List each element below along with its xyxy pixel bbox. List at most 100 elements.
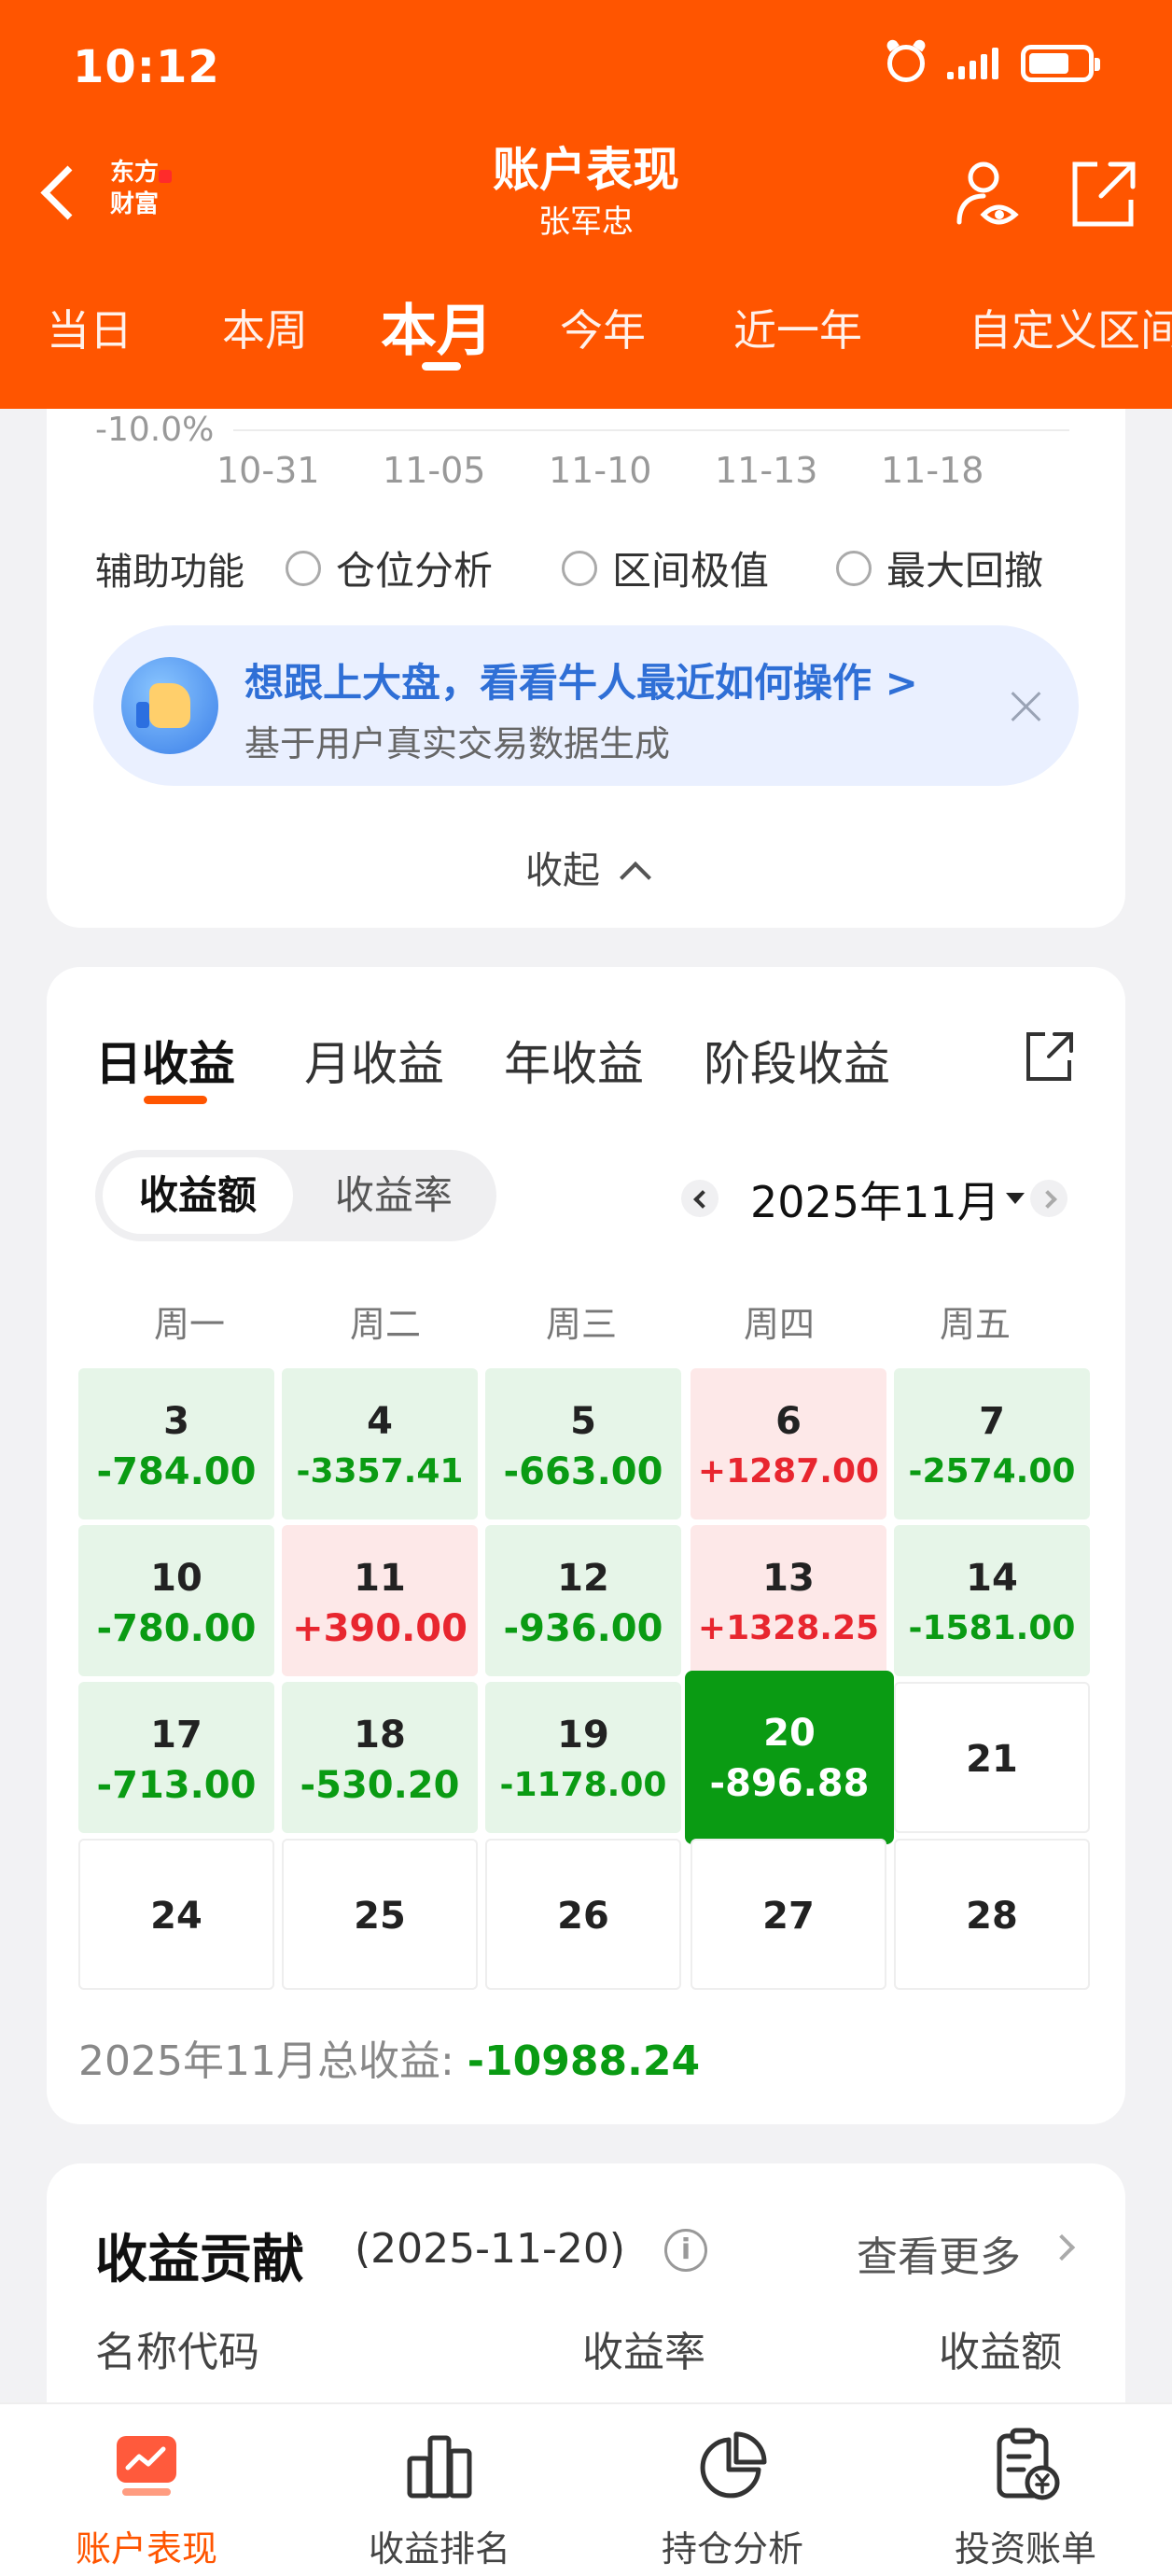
day-value: -896.88 [709,1762,870,1805]
view-more-link[interactable]: 查看更多 [857,2223,1021,2283]
day-number: 12 [557,1557,609,1600]
export-icon[interactable] [1021,1029,1077,1085]
tab-period-earnings[interactable]: 阶段收益 [704,1027,890,1094]
day-number: 21 [966,1738,1018,1781]
contribution-date: (2025-11-20) [355,2225,626,2273]
day-number: 18 [354,1714,406,1757]
promo-title[interactable]: 想跟上大盘，看看牛人最近如何操作 > [244,651,918,708]
helper-option-range-extreme[interactable]: 区间极值 [562,539,769,596]
info-icon[interactable]: i [664,2229,707,2272]
calendar-day[interactable]: 5 -663.00 [485,1368,681,1519]
radio-icon[interactable] [562,550,597,586]
tab-monthly-earnings[interactable]: 月收益 [304,1027,444,1094]
nav-label: 账户表现 [75,2528,217,2569]
tab-this-year[interactable]: 今年 [560,297,646,358]
close-icon[interactable] [1010,691,1041,722]
signal-icon [947,48,998,79]
weekday-header: 周四 [743,1304,815,1345]
chart-x-tick: 11-13 [715,450,818,491]
chevron-right-icon[interactable] [1048,2233,1076,2261]
status-time: 10:12 [73,41,220,93]
day-number: 10 [150,1557,202,1600]
helper-option-position[interactable]: 仓位分析 [286,539,493,596]
day-value: -1178.00 [499,1766,667,1804]
tab-today[interactable]: 当日 [47,297,133,358]
collapse-button[interactable]: 收起 [47,840,1125,894]
calendar-day[interactable]: 26 [485,1839,681,1990]
month-total-value: -10988.24 [467,2037,701,2085]
nav-holding-analysis[interactable]: 持仓分析 [586,2427,879,2571]
calendar-day[interactable]: 25 [282,1839,478,1990]
promo-subtitle: 基于用户真实交易数据生成 [244,723,671,764]
month-selector: 2025年11月 [635,1159,1101,1234]
calendar-day[interactable]: 18 -530.20 [282,1682,478,1833]
calendar-day[interactable]: 4 -3357.41 [282,1368,478,1519]
calendar-day[interactable]: 11 +390.00 [282,1525,478,1676]
toggle-amount[interactable]: 收益额 [103,1157,293,1234]
nav-earnings-ranking[interactable]: 收益排名 [293,2427,586,2571]
column-header-name: 名称代码 [95,2329,259,2376]
day-number: 3 [163,1400,189,1443]
chart-x-tick: 11-18 [881,450,984,491]
tab-this-month[interactable]: 本月 [381,286,493,367]
helper-option-label: 仓位分析 [336,548,494,594]
bottom-nav: 账户表现 收益排名 持仓分析 投资账单 [0,2402,1172,2576]
day-value: -1581.00 [908,1609,1076,1647]
chart-baseline [233,429,1069,431]
calendar-day[interactable]: 17 -713.00 [78,1682,274,1833]
next-month-icon[interactable] [1030,1180,1067,1217]
nav-investment-bill[interactable]: 投资账单 [879,2427,1172,2571]
day-value: -780.00 [96,1607,257,1650]
tab-last-year[interactable]: 近一年 [733,297,862,358]
calendar-day[interactable]: 28 [894,1839,1090,1990]
chevron-up-icon [620,861,651,893]
share-icon[interactable] [1066,157,1140,231]
month-total-label: 2025年11月总收益: [78,2037,454,2085]
tab-custom-range[interactable]: 自定义区间 [969,297,1172,358]
helper-option-label: 区间极值 [612,548,770,594]
day-number: 7 [979,1400,1005,1443]
day-number: 4 [367,1400,393,1443]
earnings-tab-indicator [144,1096,207,1104]
calendar-day[interactable]: 27 [691,1839,886,1990]
day-number: 26 [557,1895,609,1938]
battery-icon [1021,45,1100,82]
caret-down-icon[interactable] [1006,1193,1025,1204]
weekday-header: 周一 [153,1304,225,1345]
tab-daily-earnings[interactable]: 日收益 [95,1027,235,1094]
thumbs-up-icon [121,657,218,754]
radio-icon[interactable] [286,550,321,586]
day-value: +1328.25 [697,1609,880,1647]
day-value: +1287.00 [697,1452,880,1491]
helper-option-max-drawdown[interactable]: 最大回撤 [836,539,1043,596]
day-value: -784.00 [96,1450,257,1493]
month-label[interactable]: 2025年11月 [750,1169,1000,1230]
promo-banner[interactable]: 想跟上大盘，看看牛人最近如何操作 > 基于用户真实交易数据生成 [93,625,1079,786]
tab-this-week[interactable]: 本周 [222,297,308,358]
bill-icon [997,2428,1060,2500]
column-header-amount: 收益额 [939,2329,1062,2376]
calendar-day[interactable]: 12 -936.00 [485,1525,681,1676]
toggle-rate[interactable]: 收益率 [299,1157,489,1234]
calendar-day-selected[interactable]: 20 -896.88 [685,1671,894,1844]
prev-month-icon[interactable] [681,1180,719,1217]
calendar-day[interactable]: 6 +1287.00 [691,1368,886,1519]
nav-account-performance[interactable]: 账户表现 [0,2427,293,2571]
calendar-day[interactable]: 10 -780.00 [78,1525,274,1676]
calendar-day[interactable]: 7 -2574.00 [894,1368,1090,1519]
radio-icon[interactable] [836,550,872,586]
range-tabs: 当日 本周 本月 今年 近一年 自定义区间 [0,280,1172,373]
day-number: 17 [150,1714,202,1757]
tab-yearly-earnings[interactable]: 年收益 [504,1027,644,1094]
calendar-day[interactable]: 24 [78,1839,274,1990]
chart-y-label: -10.0% [95,411,215,449]
calendar-day[interactable]: 21 [894,1682,1090,1833]
calendar-day[interactable]: 14 -1581.00 [894,1525,1090,1676]
day-number: 13 [762,1557,815,1600]
calendar-day[interactable]: 13 +1328.25 [691,1525,886,1676]
calendar-day[interactable]: 3 -784.00 [78,1368,274,1519]
day-value: -3357.41 [296,1452,464,1491]
calendar-day[interactable]: 19 -1178.00 [485,1682,681,1833]
weekday-header: 周二 [349,1304,421,1345]
user-eye-icon[interactable] [952,157,1026,231]
